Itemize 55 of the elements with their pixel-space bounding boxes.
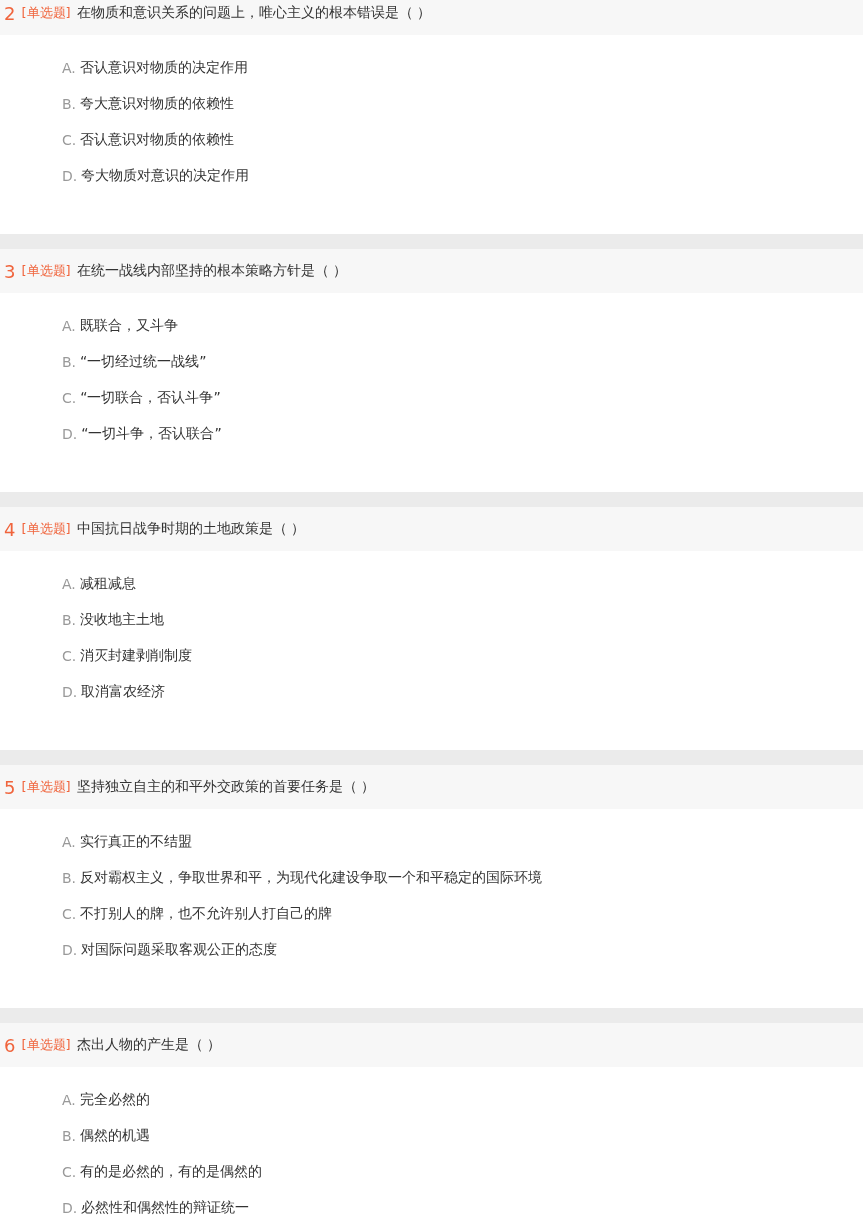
option-letter: C. (62, 132, 77, 148)
option-letter: D. (62, 684, 78, 700)
question-type: [单选题] (21, 1036, 71, 1054)
question-text: 在物质和意识关系的问题上，唯心主义的根本错误是（ ） (76, 4, 432, 22)
question-text: 坚持独立自主的和平外交政策的首要任务是（ ） (76, 778, 376, 796)
option-text: 没收地主土地 (80, 611, 165, 629)
option-letter: C. (62, 1164, 77, 1180)
question-number: 4 (4, 518, 16, 540)
option-text: 否认意识对物质的依赖性 (80, 131, 235, 149)
option-text: “一切联合，否认斗争” (80, 389, 221, 407)
option-text: 既联合，又斗争 (79, 317, 178, 335)
question-text: 杰出人物的产生是（ ） (76, 1036, 222, 1054)
option-letter: A. (62, 60, 76, 76)
option-letter: A. (62, 834, 76, 850)
option-text: “一切斗争，否认联合” (81, 425, 222, 443)
option-letter: D. (62, 1200, 78, 1216)
option-letter: B. (62, 96, 77, 112)
option-letter: B. (62, 870, 77, 886)
option-letter: D. (62, 942, 78, 958)
question-type: [单选题] (21, 778, 71, 796)
option-letter: D. (62, 168, 78, 184)
option-letter: A. (62, 318, 76, 334)
option-letter: C. (62, 390, 77, 406)
option-text: 取消富农经济 (81, 683, 166, 701)
option-letter: C. (62, 648, 77, 664)
question-text: 在统一战线内部坚持的根本策略方针是（ ） (76, 262, 348, 280)
option-letter: B. (62, 612, 77, 628)
question-type: [单选题] (21, 262, 71, 280)
option-text: “一切经过统一战线” (80, 353, 207, 371)
question-number: 3 (4, 260, 16, 282)
option-text: 否认意识对物质的决定作用 (79, 59, 248, 77)
option-text: 消灭封建剥削制度 (80, 647, 193, 665)
question-number: 2 (4, 2, 16, 24)
option-text: 反对霸权主义，争取世界和平，为现代化建设争取一个和平稳定的国际环境 (80, 869, 543, 887)
question-number: 6 (4, 1034, 16, 1056)
option-text: 完全必然的 (79, 1091, 150, 1109)
option-letter: D. (62, 426, 78, 442)
option-text: 不打别人的牌，也不允许别人打自己的牌 (80, 905, 333, 923)
question-type: [单选题] (21, 4, 71, 22)
option-text: 夸大意识对物质的依赖性 (80, 95, 235, 113)
option-letter: A. (62, 576, 76, 592)
option-text: 有的是必然的，有的是偶然的 (80, 1163, 263, 1181)
question-number: 5 (4, 776, 16, 798)
option-text: 对国际问题采取客观公正的态度 (81, 941, 278, 959)
option-letter: C. (62, 906, 77, 922)
option-letter: A. (62, 1092, 76, 1108)
option-text: 减租减息 (79, 575, 136, 593)
option-text: 夸大物质对意识的决定作用 (81, 167, 250, 185)
option-text: 偶然的机遇 (80, 1127, 151, 1145)
question-text: 中国抗日战争时期的土地政策是（ ） (76, 520, 306, 538)
option-letter: B. (62, 354, 77, 370)
option-text: 必然性和偶然性的辩证统一 (81, 1199, 250, 1217)
question-type: [单选题] (21, 520, 71, 538)
option-letter: B. (62, 1128, 77, 1144)
option-text: 实行真正的不结盟 (79, 833, 192, 851)
